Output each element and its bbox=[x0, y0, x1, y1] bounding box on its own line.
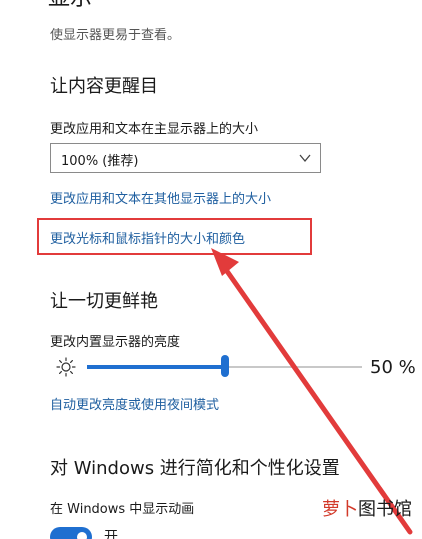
watermark-logo: 萝卜图书馆 bbox=[316, 492, 420, 522]
sun-icon bbox=[56, 357, 76, 377]
brightness-slider-thumb[interactable] bbox=[220, 355, 229, 377]
brightness-label: 更改内置显示器的亮度 bbox=[50, 335, 181, 350]
chevron-down-icon bbox=[299, 154, 311, 163]
toggle-state-label: 开 bbox=[104, 529, 118, 539]
display-settings-page: 显示 使显示器更易于查看。 让内容更醒目 更改应用和文本在主显示器上的大小 10… bbox=[0, 0, 422, 539]
brightness-value-readout: 50 % bbox=[370, 357, 416, 378]
scale-dropdown[interactable]: 100% (推荐) bbox=[50, 143, 321, 173]
cursor-pointer-size-color-link[interactable]: 更改光标和鼠标指针的大小和颜色 bbox=[50, 228, 245, 247]
brightness-slider-fill bbox=[87, 365, 225, 369]
show-animations-toggle[interactable] bbox=[50, 527, 92, 539]
other-displays-size-link[interactable]: 更改应用和文本在其他显示器上的大小 bbox=[50, 188, 271, 207]
section-heading-simplify-personalize: 对 Windows 进行简化和个性化设置 bbox=[50, 458, 340, 479]
toggle-knob bbox=[77, 532, 87, 539]
section-heading-make-everything-brighter: 让一切更鲜艳 bbox=[50, 291, 158, 312]
watermark-text: 萝卜图书馆 bbox=[322, 499, 412, 520]
show-animations-label: 在 Windows 中显示动画 bbox=[50, 502, 195, 517]
section-heading-make-content-bigger: 让内容更醒目 bbox=[50, 76, 158, 97]
scale-dropdown-value: 100% (推荐) bbox=[61, 154, 139, 169]
auto-brightness-night-light-link[interactable]: 自动更改亮度或使用夜间模式 bbox=[50, 394, 219, 413]
page-description: 使显示器更易于查看。 bbox=[50, 28, 181, 43]
page-title: 显示 bbox=[48, 0, 92, 10]
text-size-label: 更改应用和文本在主显示器上的大小 bbox=[50, 122, 259, 137]
